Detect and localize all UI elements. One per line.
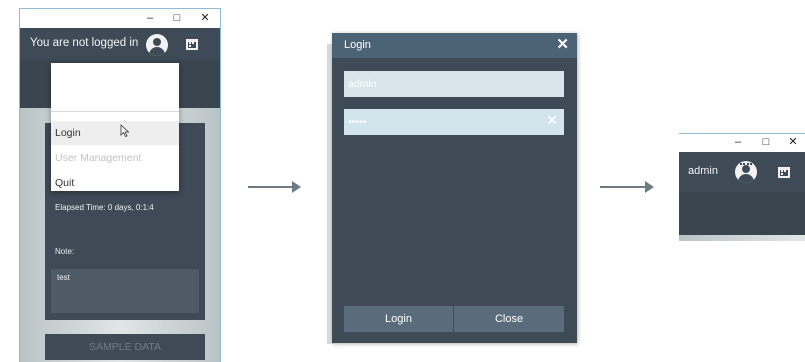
login-status-text: You are not logged in [30, 37, 139, 49]
keyboard-icon [186, 38, 198, 50]
close-icon[interactable]: ✕ [556, 35, 569, 53]
login-dialog: Login ✕ ✕ Login Close [332, 33, 577, 343]
minimize-button[interactable]: – [731, 135, 745, 149]
header-extension [679, 192, 805, 235]
app-header: admin [679, 152, 805, 192]
user-menu-button[interactable] [734, 160, 758, 184]
user-dropdown-menu: Login User Management Quit [51, 63, 179, 191]
keyboard-button[interactable] [184, 36, 200, 52]
app-window-logged-out: – □ ✕ You are not logged in Elapsed Time… [19, 8, 221, 362]
mouse-cursor-icon [120, 124, 130, 137]
maximize-button[interactable]: □ [759, 135, 773, 149]
username-field[interactable] [344, 71, 564, 97]
sample-data-button[interactable]: SAMPLE DATA [45, 334, 205, 360]
login-button[interactable]: Login [344, 306, 453, 332]
minimize-button[interactable]: – [143, 11, 157, 25]
tutorial-sequence: – □ ✕ You are not logged in Elapsed Time… [0, 0, 805, 362]
close-button[interactable]: ✕ [198, 11, 212, 25]
logged-in-user: admin [688, 165, 718, 177]
user-menu-button[interactable] [145, 33, 169, 57]
maximize-button[interactable]: □ [170, 11, 184, 25]
note-value: test [57, 273, 70, 282]
menu-divider [51, 111, 179, 112]
app-header: You are not logged in [20, 28, 220, 60]
dialog-title: Login [344, 39, 371, 51]
close-button[interactable]: ✕ [786, 135, 800, 149]
keyboard-icon [778, 166, 790, 178]
menu-item-user-management[interactable]: User Management [51, 146, 179, 170]
note-field[interactable]: test [51, 269, 199, 313]
menu-item-login[interactable]: Login [51, 121, 179, 145]
admin-user-icon [735, 161, 757, 183]
keyboard-button[interactable] [776, 164, 792, 180]
clear-icon[interactable]: ✕ [546, 112, 558, 129]
close-dialog-button[interactable]: Close [454, 306, 564, 332]
username-input[interactable] [344, 71, 564, 97]
elapsed-time: Elapsed Time: 0 days, 0:1:4 [55, 203, 154, 212]
dialog-titlebar: Login ✕ [332, 33, 577, 58]
password-input[interactable] [344, 109, 564, 135]
arrow-right-icon [248, 181, 301, 193]
app-window-logged-in: – □ ✕ admin [679, 133, 805, 241]
window-titlebar: – □ ✕ [679, 133, 805, 152]
user-icon [146, 34, 168, 56]
arrow-right-icon [600, 181, 654, 193]
content-background [679, 235, 805, 241]
password-field[interactable]: ✕ [344, 109, 564, 135]
menu-item-quit[interactable]: Quit [51, 171, 179, 195]
note-label: Note: [55, 247, 75, 256]
window-titlebar: – □ ✕ [20, 8, 220, 28]
